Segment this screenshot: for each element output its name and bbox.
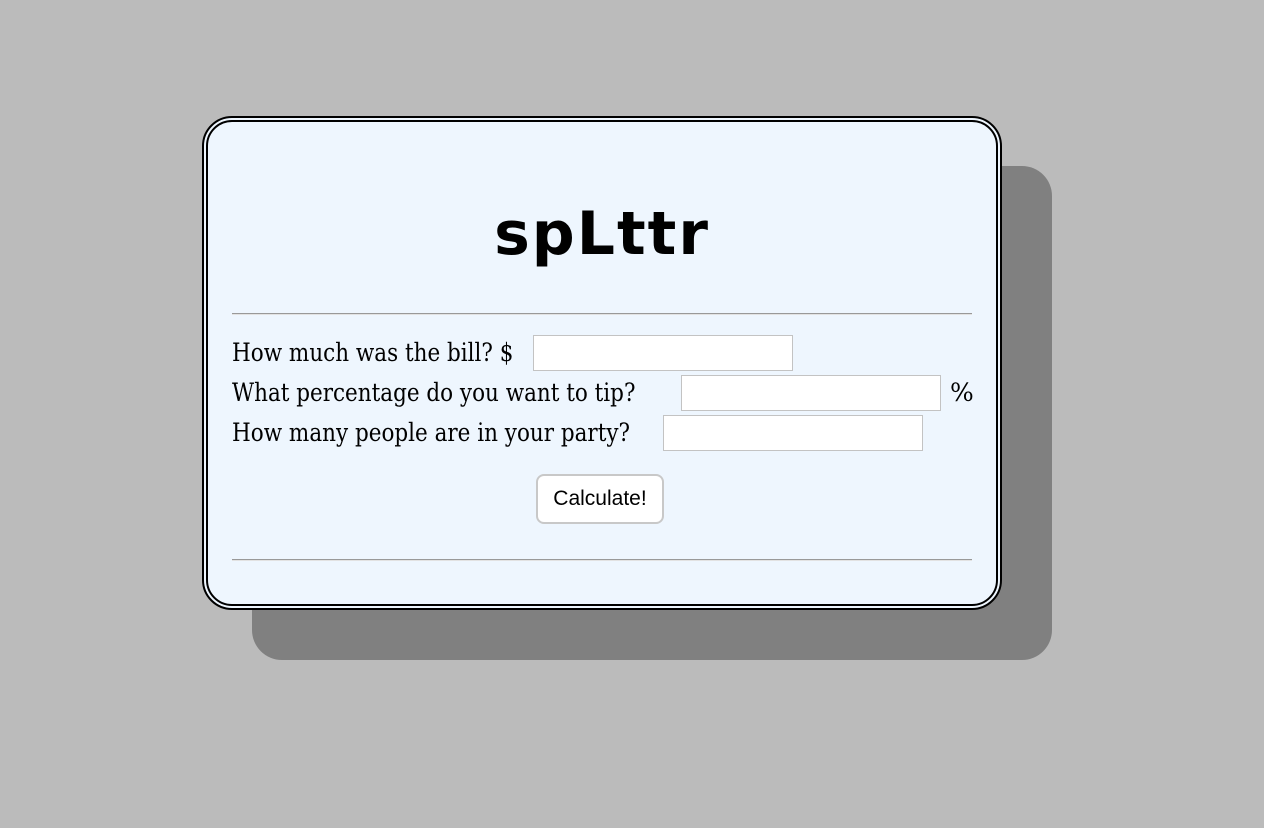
tip-row: What percentage do you want to tip?	[232, 374, 635, 410]
party-size-input[interactable]	[663, 415, 923, 451]
calculator-card: spLttr How much was the bill? $ What per…	[202, 116, 1002, 610]
bill-amount-input[interactable]	[533, 335, 793, 371]
tip-percentage-input[interactable]	[681, 375, 941, 411]
party-row: How many people are in your party?	[232, 414, 630, 450]
tip-label: What percentage do you want to tip?	[232, 377, 636, 407]
percent-suffix: %	[950, 378, 974, 407]
party-label: How many people are in your party?	[232, 417, 631, 447]
calculate-button[interactable]: Calculate!	[536, 474, 664, 524]
top-divider	[232, 313, 972, 315]
bill-row: How much was the bill? $	[232, 334, 513, 370]
app-title: spLttr	[494, 199, 710, 269]
bill-label: How much was the bill? $	[232, 337, 514, 367]
bottom-divider	[232, 559, 972, 561]
